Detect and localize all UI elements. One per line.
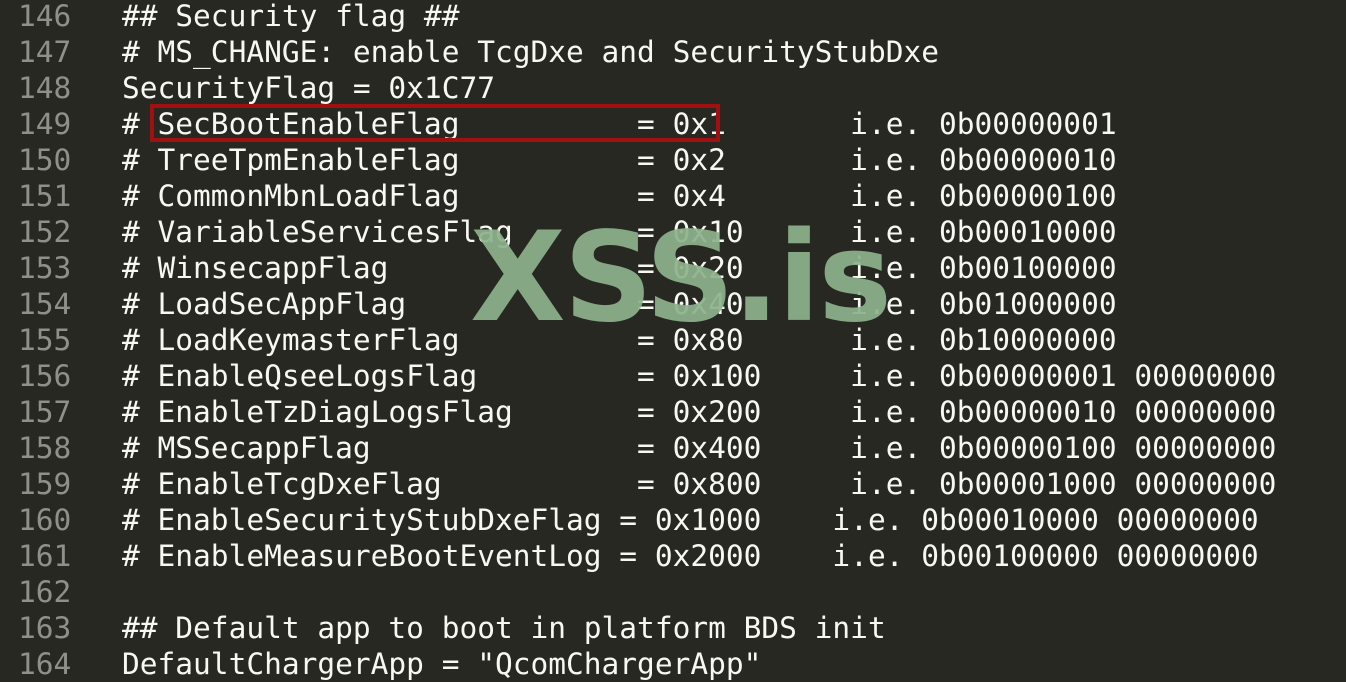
- line-number: 156: [18, 359, 72, 393]
- code-line[interactable]: 152 # VariableServicesFlag = 0x10 i.e. 0…: [0, 214, 1346, 250]
- code-line[interactable]: 159 # EnableTcgDxeFlag = 0x800 i.e. 0b00…: [0, 466, 1346, 502]
- line-number: 160: [18, 503, 72, 537]
- code-editor[interactable]: 146 ## Security flag ## 147 # MS_CHANGE:…: [0, 0, 1346, 682]
- code-line[interactable]: 153 # WinsecappFlag = 0x20 i.e. 0b001000…: [0, 250, 1346, 286]
- code-text[interactable]: # EnableQseeLogsFlag = 0x100 i.e. 0b0000…: [122, 358, 1276, 394]
- code-line[interactable]: 158 # MSSecappFlag = 0x400 i.e. 0b000001…: [0, 430, 1346, 466]
- code-text[interactable]: # EnableTzDiagLogsFlag = 0x200 i.e. 0b00…: [122, 394, 1276, 430]
- code-text[interactable]: # SecBootEnableFlag = 0x1 i.e. 0b0000000…: [122, 106, 1117, 142]
- line-number: 163: [18, 611, 72, 645]
- code-text[interactable]: # EnableTcgDxeFlag = 0x800 i.e. 0b000010…: [122, 466, 1276, 502]
- line-number: 155: [18, 323, 72, 357]
- line-number: 157: [18, 395, 72, 429]
- line-number: 162: [18, 575, 72, 609]
- code-line[interactable]: 163 ## Default app to boot in platform B…: [0, 610, 1346, 646]
- code-line[interactable]: 149 # SecBootEnableFlag = 0x1 i.e. 0b000…: [0, 106, 1346, 142]
- code-text[interactable]: # WinsecappFlag = 0x20 i.e. 0b00100000: [122, 250, 1117, 286]
- line-number: 152: [18, 215, 72, 249]
- code-line[interactable]: 157 # EnableTzDiagLogsFlag = 0x200 i.e. …: [0, 394, 1346, 430]
- code-text[interactable]: # MSSecappFlag = 0x400 i.e. 0b00000100 0…: [122, 430, 1276, 466]
- code-text[interactable]: # VariableServicesFlag = 0x10 i.e. 0b000…: [122, 214, 1117, 250]
- code-line[interactable]: 156 # EnableQseeLogsFlag = 0x100 i.e. 0b…: [0, 358, 1346, 394]
- code-line[interactable]: 150 # TreeTpmEnableFlag = 0x2 i.e. 0b000…: [0, 142, 1346, 178]
- code-line[interactable]: 148 SecurityFlag = 0x1C77: [0, 70, 1346, 106]
- code-line[interactable]: 164 DefaultChargerApp = "QcomChargerApp": [0, 646, 1346, 682]
- line-number: 159: [18, 467, 72, 501]
- line-number: 147: [18, 35, 72, 69]
- line-number: 154: [18, 287, 72, 321]
- code-text[interactable]: # EnableSecurityStubDxeFlag = 0x1000 i.e…: [122, 502, 1259, 538]
- code-line[interactable]: 154 # LoadSecAppFlag = 0x40 i.e. 0b01000…: [0, 286, 1346, 322]
- code-line[interactable]: 155 # LoadKeymasterFlag = 0x80 i.e. 0b10…: [0, 322, 1346, 358]
- code-text[interactable]: # CommonMbnLoadFlag = 0x4 i.e. 0b0000010…: [122, 178, 1117, 214]
- line-number: 158: [18, 431, 72, 465]
- code-line[interactable]: 147 # MS_CHANGE: enable TcgDxe and Secur…: [0, 34, 1346, 70]
- code-text[interactable]: ## Default app to boot in platform BDS i…: [122, 610, 886, 646]
- code-text[interactable]: SecurityFlag = 0x1C77: [122, 70, 495, 106]
- code-text[interactable]: ## Security flag ##: [122, 0, 459, 34]
- code-line[interactable]: 160 # EnableSecurityStubDxeFlag = 0x1000…: [0, 502, 1346, 538]
- line-number: 161: [18, 539, 72, 573]
- line-number: 151: [18, 179, 72, 213]
- line-number: 164: [18, 647, 72, 681]
- line-number: 148: [18, 71, 72, 105]
- line-number: 149: [18, 107, 72, 141]
- code-line[interactable]: 162: [0, 574, 1346, 610]
- line-number: 150: [18, 143, 72, 177]
- code-line[interactable]: 161 # EnableMeasureBootEventLog = 0x2000…: [0, 538, 1346, 574]
- code-text[interactable]: DefaultChargerApp = "QcomChargerApp": [122, 646, 761, 682]
- code-text[interactable]: # LoadKeymasterFlag = 0x80 i.e. 0b100000…: [122, 322, 1117, 358]
- line-number: 153: [18, 251, 72, 285]
- code-line[interactable]: 151 # CommonMbnLoadFlag = 0x4 i.e. 0b000…: [0, 178, 1346, 214]
- code-text[interactable]: # TreeTpmEnableFlag = 0x2 i.e. 0b0000001…: [122, 142, 1117, 178]
- code-line[interactable]: 146 ## Security flag ##: [0, 0, 1346, 34]
- code-text[interactable]: # MS_CHANGE: enable TcgDxe and SecurityS…: [122, 34, 939, 70]
- code-text[interactable]: # EnableMeasureBootEventLog = 0x2000 i.e…: [122, 538, 1259, 574]
- line-number: 146: [18, 0, 72, 33]
- code-text[interactable]: # LoadSecAppFlag = 0x40 i.e. 0b01000000: [122, 286, 1117, 322]
